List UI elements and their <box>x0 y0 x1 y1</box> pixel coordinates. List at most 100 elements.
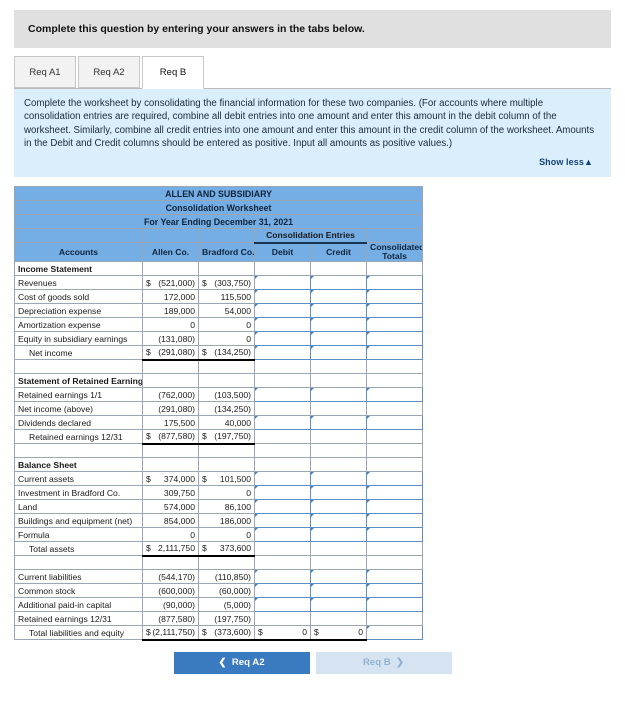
allen-amount: (131,080) <box>158 333 195 344</box>
spacer-cell-credit <box>310 443 367 459</box>
row-consolidated-cell <box>365 429 424 445</box>
row-allen-value: (291,080) <box>142 401 199 417</box>
row-consolidated-input[interactable] <box>365 331 424 347</box>
row-debit-input[interactable] <box>254 345 311 361</box>
worksheet-row: Additional paid-in capital (90,000) (5,000… <box>14 597 424 613</box>
tab-req-a2[interactable]: Req A2 <box>78 56 140 88</box>
row-debit-input[interactable] <box>254 513 311 529</box>
row-credit-input[interactable] <box>310 471 367 487</box>
row-allen-value <box>142 457 199 473</box>
allen-amount: (600,000) <box>158 585 195 596</box>
row-bradford-value <box>198 373 255 389</box>
spacer-cell-bradford <box>198 359 255 375</box>
show-less-row: Show less▲ <box>24 151 601 173</box>
row-credit-input[interactable] <box>310 513 367 529</box>
bradford-dollar-sign: $ <box>202 473 207 484</box>
row-consolidated-input[interactable] <box>365 387 424 403</box>
row-account-label: Statement of Retained Earnings <box>14 373 143 389</box>
row-credit-input[interactable] <box>310 583 367 599</box>
row-consolidated-input[interactable] <box>365 303 424 319</box>
row-debit-input[interactable] <box>254 597 311 613</box>
spacer-cell-credit <box>310 359 367 375</box>
row-allen-value: (600,000) <box>142 583 199 599</box>
row-account-label: Depreciation expense <box>14 303 143 319</box>
row-credit-input[interactable] <box>310 345 367 361</box>
row-consolidated-input[interactable] <box>365 289 424 305</box>
row-consolidated-input[interactable] <box>365 317 424 333</box>
row-consolidated-input[interactable] <box>365 471 424 487</box>
row-bradford-value <box>198 261 255 277</box>
row-debit-input[interactable] <box>254 303 311 319</box>
row-credit-input[interactable] <box>310 499 367 515</box>
spacer-row <box>14 443 424 459</box>
row-consolidated-input[interactable] <box>365 583 424 599</box>
row-debit-input[interactable] <box>254 499 311 515</box>
bradford-amount: 101,500 <box>219 473 251 484</box>
allen-dollar-sign: $ <box>146 431 151 442</box>
row-consolidated-input[interactable] <box>365 569 424 585</box>
row-consolidated-input[interactable] <box>365 513 424 529</box>
row-bradford-value: $101,500 <box>198 471 255 487</box>
row-debit-input[interactable] <box>254 485 311 501</box>
row-credit-input[interactable] <box>310 289 367 305</box>
bradford-amount: (373,600) <box>214 627 251 638</box>
row-allen-value: $2,111,750 <box>142 541 199 557</box>
row-debit-input[interactable] <box>254 331 311 347</box>
row-credit-input[interactable] <box>310 569 367 585</box>
column-header-consolidated-totals: Consolidated Totals <box>365 242 424 263</box>
row-consolidated-input[interactable] <box>365 485 424 501</box>
row-bradford-value: (134,250) <box>198 401 255 417</box>
row-debit-cell <box>254 429 311 445</box>
row-credit-input[interactable] <box>310 415 367 431</box>
allen-amount: (2,111,750) <box>152 627 195 638</box>
consolidation-worksheet: ALLEN AND SUBSIDIARY Consolidation Worksh… <box>13 186 424 641</box>
row-consolidated-total-input[interactable] <box>365 625 424 641</box>
next-req-b-button[interactable]: Req B ❯ <box>315 651 452 674</box>
spacer-cell-totals <box>365 443 424 459</box>
credit-dollar-sign: $ <box>314 627 319 638</box>
row-debit-total: $0 <box>254 625 311 641</box>
prev-req-a2-button[interactable]: ❮ Req A2 <box>173 651 310 674</box>
row-credit-input[interactable] <box>310 275 367 291</box>
row-consolidated-input[interactable] <box>365 345 424 361</box>
row-debit-input[interactable] <box>254 289 311 305</box>
row-consolidated-input[interactable] <box>365 597 424 613</box>
tab-req-b[interactable]: Req B <box>142 56 204 89</box>
show-less-toggle[interactable]: Show less▲ <box>539 157 593 167</box>
row-bradford-value <box>198 457 255 473</box>
row-consolidated-input[interactable] <box>365 499 424 515</box>
row-credit-input[interactable] <box>310 527 367 543</box>
row-credit-input[interactable] <box>310 331 367 347</box>
row-debit-input[interactable] <box>254 527 311 543</box>
row-debit-input[interactable] <box>254 275 311 291</box>
row-consolidated-input[interactable] <box>365 415 424 431</box>
worksheet-row: Cost of goods sold 172,000 115,500 <box>14 289 424 305</box>
row-consolidated-input[interactable] <box>365 527 424 543</box>
row-debit-input[interactable] <box>254 317 311 333</box>
worksheet-title-row: ALLEN AND SUBSIDIARY <box>13 186 424 202</box>
spacer-cell-totals <box>365 359 424 375</box>
row-credit-input[interactable] <box>310 317 367 333</box>
column-header-credit: Credit <box>310 242 367 263</box>
row-debit-input[interactable] <box>254 471 311 487</box>
row-consolidated-input[interactable] <box>365 275 424 291</box>
row-debit-input[interactable] <box>254 415 311 431</box>
row-credit-input[interactable] <box>310 303 367 319</box>
row-account-label: Total assets <box>14 541 143 557</box>
bradford-amount: 86,100 <box>224 501 251 512</box>
tab-req-a1[interactable]: Req A1 <box>14 56 76 88</box>
group-header-blank-allen <box>142 228 199 244</box>
allen-dollar-sign: $ <box>146 277 151 288</box>
worksheet-row: Amortization expense 0 0 <box>14 317 424 333</box>
row-debit-input[interactable] <box>254 387 311 403</box>
row-credit-input[interactable] <box>310 597 367 613</box>
row-credit-input[interactable] <box>310 485 367 501</box>
row-debit-input[interactable] <box>254 569 311 585</box>
allen-dollar-sign: $ <box>146 627 151 638</box>
row-debit-input[interactable] <box>254 583 311 599</box>
row-account-label: Formula <box>14 527 143 543</box>
row-credit-input[interactable] <box>310 387 367 403</box>
question-description-panel: Complete the worksheet by consolidating … <box>14 89 611 178</box>
allen-amount: (291,080) <box>158 347 195 358</box>
worksheet-title-line-1: ALLEN AND SUBSIDIARY <box>13 186 424 202</box>
